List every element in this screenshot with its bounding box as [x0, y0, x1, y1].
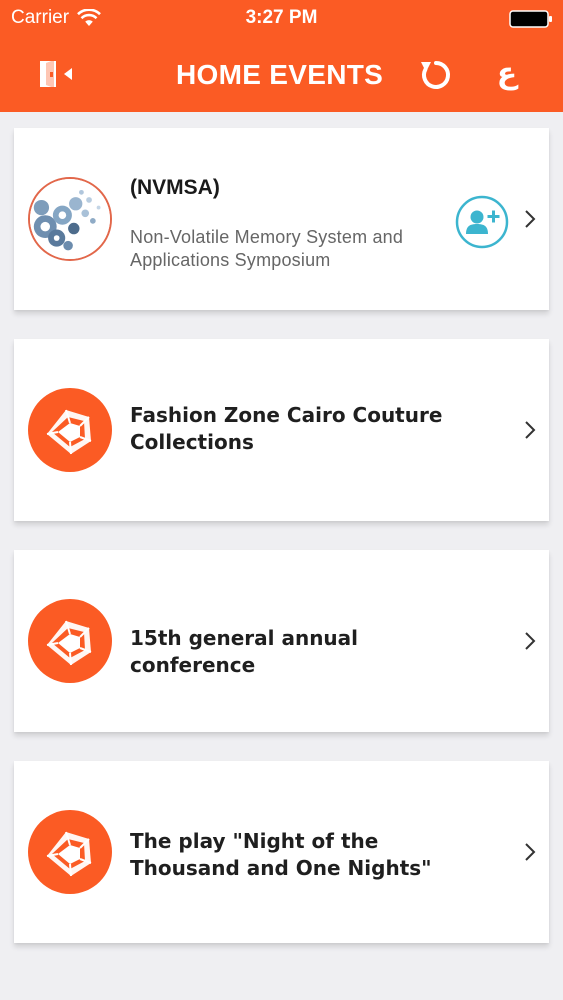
event-thumbnail — [28, 810, 112, 894]
page-title: HOME EVENTS — [176, 59, 384, 90]
app-header: Carrier 3:27 PM HOME EVENTS ع — [0, 0, 563, 112]
event-logo-icon — [46, 831, 92, 877]
event-title: 15th general annual conference — [130, 626, 359, 677]
exit-icon[interactable] — [38, 58, 74, 90]
language-toggle-button[interactable]: ع — [492, 54, 522, 94]
event-logo-icon — [46, 620, 92, 666]
event-thumbnail — [28, 599, 112, 683]
event-title: (NVMSA) — [130, 176, 220, 199]
status-bar: Carrier 3:27 PM — [0, 0, 563, 36]
event-logo-icon — [46, 409, 92, 455]
clock: 3:27 PM — [245, 7, 318, 28]
chevron-right-icon — [525, 632, 536, 650]
event-title: The play "Night of the Thousand and One … — [130, 829, 432, 880]
event-title: Fashion Zone Cairo Couture Collections — [130, 403, 443, 454]
chevron-right-icon — [525, 210, 536, 228]
event-card[interactable]: 15th general annual conference — [14, 550, 549, 732]
event-card[interactable]: The play "Night of the Thousand and One … — [14, 761, 549, 943]
event-thumbnail — [28, 388, 112, 472]
event-card[interactable]: (NVMSA) Non-Volatile Memory System and A… — [14, 128, 549, 310]
refresh-icon[interactable] — [419, 58, 453, 92]
chevron-right-icon — [525, 421, 536, 439]
register-user-icon[interactable] — [455, 195, 509, 249]
chevron-right-icon — [525, 843, 536, 861]
navigation-bar: HOME EVENTS ع — [0, 36, 563, 112]
battery-icon — [509, 10, 552, 28]
event-card[interactable]: Fashion Zone Cairo Couture Collections — [14, 339, 549, 521]
event-thumbnail — [28, 177, 112, 261]
gears-image — [30, 179, 110, 259]
event-subtitle: Non-Volatile Memory System and Applicati… — [130, 227, 404, 270]
